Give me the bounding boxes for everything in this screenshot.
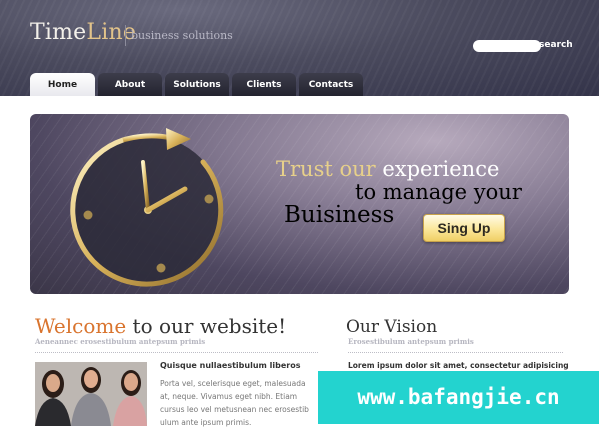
slogan-line-2: to manage your [355, 180, 522, 204]
slogan-gold-text: Trust our [276, 157, 376, 181]
welcome-heading: Welcome to our website! [35, 314, 286, 338]
article-line: ulum ante ipsum primis. [160, 418, 252, 427]
tab-solutions[interactable]: Solutions [165, 73, 229, 96]
team-photo [35, 362, 147, 426]
clock-icon [70, 128, 224, 287]
welcome-subheading: Aeneannec erosestibulum antepsum primis [35, 337, 206, 346]
watermark: www.bafangjie.cn [318, 371, 599, 424]
tab-about[interactable]: About [98, 73, 162, 96]
divider [35, 352, 318, 353]
welcome-rest-text: to our website! [126, 314, 287, 338]
slogan-line-3: Buisiness [284, 202, 395, 228]
sign-up-button[interactable]: Sing Up [423, 214, 505, 242]
article-text: Porta vel, scelerisque eget, malesuada a… [160, 377, 320, 429]
tab-contacts[interactable]: Contacts [299, 73, 363, 96]
vision-subheading: Erosestibulum antepsum primis [348, 337, 474, 346]
article-line: at, neque. Vivamus eget nibh. Etiam [160, 392, 298, 401]
logo-text-time: Time [30, 20, 87, 45]
vision-text: Lorem ipsum dolor sit amet, consectetur … [348, 361, 569, 370]
tab-home[interactable]: Home [30, 73, 95, 96]
article-title: Quisque nullaestibulum liberos [160, 361, 301, 370]
logo-text-line: Line [86, 20, 137, 45]
vision-heading: Our Vision [346, 317, 438, 337]
slogan-white-text: experience [375, 157, 500, 181]
article-line: Porta vel, scelerisque eget, malesuada [160, 379, 306, 388]
tagline: business solutions [131, 29, 233, 42]
search-button[interactable]: search [539, 40, 573, 50]
logo-divider [125, 25, 126, 46]
search-input[interactable] [473, 40, 541, 52]
logo[interactable]: TimeLine [30, 20, 136, 45]
article-line: cursus leo vel metusnean nec erosestib [160, 405, 309, 414]
hero-banner: Trust our experience to manage your Buis… [30, 114, 569, 294]
slogan-line-1: Trust our experience [276, 157, 499, 181]
vision-divider [348, 352, 563, 353]
tab-clients[interactable]: Clients [232, 73, 296, 96]
welcome-accent-text: Welcome [35, 314, 127, 338]
site-header: TimeLine business solutions search Home … [0, 0, 599, 96]
